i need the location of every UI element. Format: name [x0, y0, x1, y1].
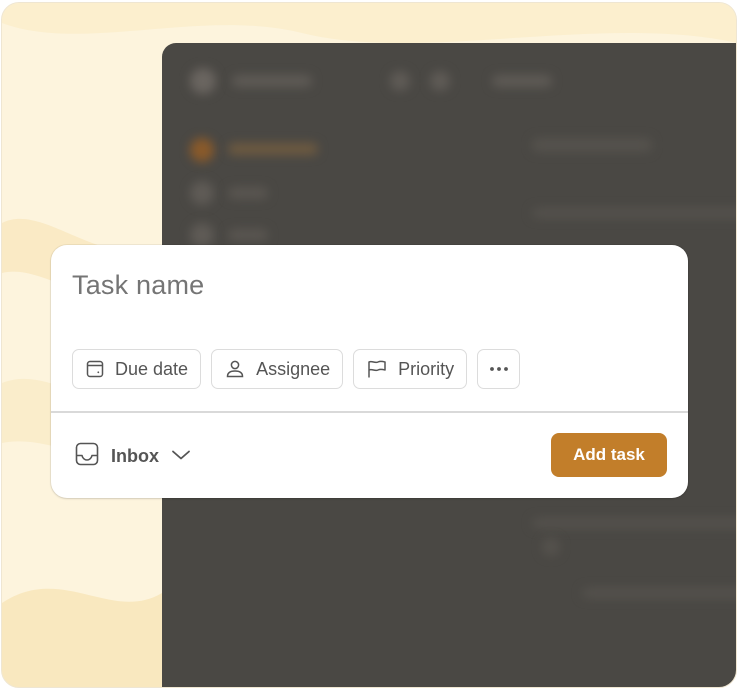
ellipsis-icon	[488, 366, 510, 372]
app-content-checkbox	[542, 538, 560, 556]
app-sidebar-text	[228, 187, 268, 199]
chevron-down-icon	[170, 446, 192, 467]
project-selector[interactable]: Inbox	[74, 441, 192, 472]
assignee-button[interactable]: Assignee	[211, 349, 344, 389]
flag-icon	[366, 359, 388, 379]
priority-button[interactable]: Priority	[353, 349, 468, 389]
app-content-text	[532, 208, 736, 218]
app-sidebar-text	[228, 143, 318, 155]
app-header-text	[492, 75, 552, 87]
app-sidebar-icon	[190, 138, 214, 162]
task-attribute-chips: Due date Assignee Priority	[72, 349, 521, 389]
project-label: Inbox	[111, 446, 159, 466]
app-content-text	[582, 588, 736, 598]
app-logo	[190, 68, 216, 94]
quick-add-task-dialog: Due date Assignee Priority	[51, 245, 688, 498]
due-date-button[interactable]: Due date	[72, 349, 202, 389]
user-icon	[224, 359, 246, 379]
app-sidebar-text	[228, 229, 268, 241]
due-date-label: Due date	[115, 358, 189, 379]
task-name-input[interactable]	[72, 270, 632, 301]
app-header-text	[232, 75, 312, 87]
calendar-icon	[85, 359, 105, 379]
app-content-text	[532, 138, 652, 152]
composer-divider	[51, 411, 688, 413]
app-header-icon	[390, 71, 410, 91]
app-header-icon	[430, 71, 450, 91]
more-options-button[interactable]	[477, 349, 521, 389]
app-content-text	[532, 518, 736, 528]
inbox-icon	[74, 441, 100, 472]
priority-label: Priority	[398, 358, 455, 379]
app-sidebar-icon	[190, 223, 214, 247]
assignee-label: Assignee	[256, 358, 331, 379]
app-sidebar-icon	[190, 181, 214, 205]
add-task-button[interactable]: Add task	[551, 433, 667, 477]
